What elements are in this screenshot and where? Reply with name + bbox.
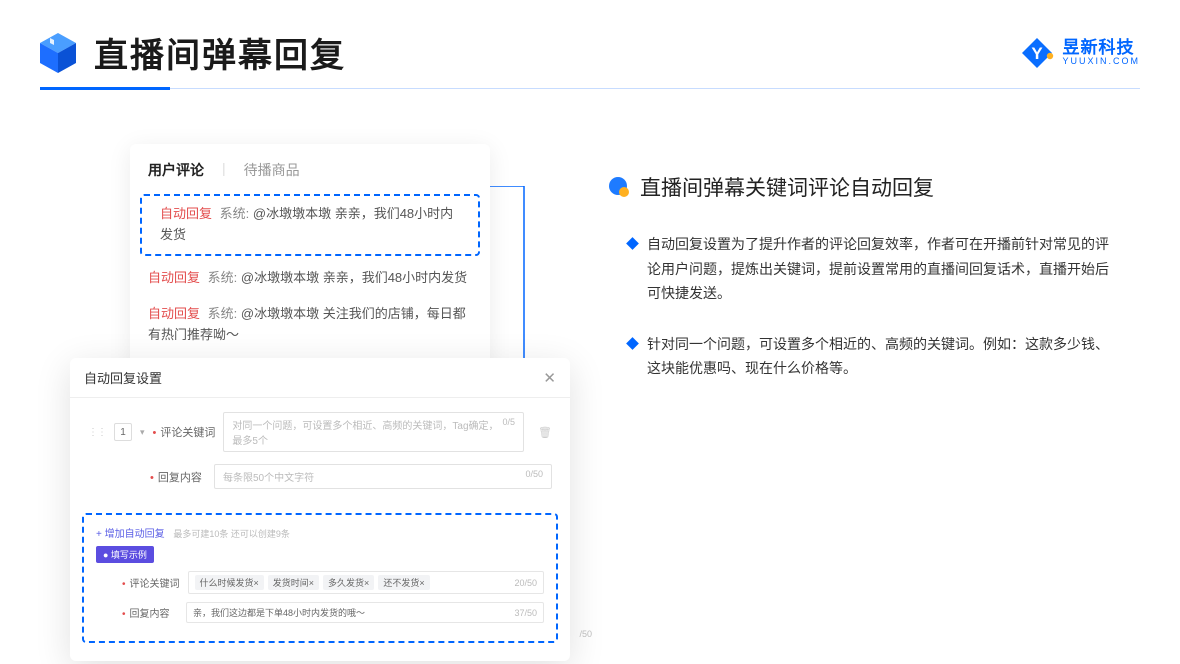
example-content-text: 亲，我们这边都是下单48小时内发货的哦～ bbox=[193, 606, 510, 619]
example-block: + 增加自动回复 最多可建10条 还可以创建9条 ● 填写示例 评论关键词 什么… bbox=[82, 513, 558, 643]
keyword-input[interactable]: 对同一个问题，可设置多个相近、高频的关键词，Tag确定，最多5个 0/5 bbox=[223, 412, 524, 452]
bullet-text: 针对同一个问题，可设置多个相近的、高频的关键词。例如：这款多少钱、这块能优惠吗、… bbox=[647, 332, 1118, 381]
brand: Y 昱新科技 YUUXIN.COM bbox=[1020, 36, 1140, 70]
highlighted-comment: 自动回复 系统: @冰墩墩本墩 亲亲，我们48小时内发货 bbox=[140, 194, 480, 256]
tab-separator: | bbox=[222, 160, 226, 180]
keyword-chip[interactable]: 多久发货× bbox=[323, 575, 374, 590]
diamond-icon bbox=[626, 337, 639, 350]
example-content-input[interactable]: 亲，我们这边都是下单48小时内发货的哦～ 37/50 bbox=[186, 602, 544, 623]
keyword-chip[interactable]: 还不发货× bbox=[378, 575, 429, 590]
tab-pending-goods[interactable]: 待播商品 bbox=[244, 160, 300, 180]
bullet-item: 针对同一个问题，可设置多个相近的、高频的关键词。例如：这款多少钱、这块能优惠吗、… bbox=[628, 332, 1118, 381]
content-counter: 0/50 bbox=[525, 469, 543, 484]
keyword-counter: 0/5 bbox=[503, 417, 516, 447]
comment-row: 自动回复 系统: @冰墩墩本墩 亲亲，我们48小时内发货 bbox=[130, 260, 490, 297]
comment-text: @冰墩墩本墩 亲亲，我们48小时内发货 bbox=[241, 270, 467, 285]
system-label: 系统: bbox=[220, 206, 250, 221]
header-divider bbox=[40, 88, 1140, 91]
example-content-label: 回复内容 bbox=[122, 605, 178, 620]
chip-counter: 20/50 bbox=[514, 578, 537, 588]
modal-title: 自动回复设置 bbox=[84, 368, 162, 387]
brand-name-cn: 昱新科技 bbox=[1062, 39, 1140, 56]
section-heading-text: 直播间弹幕关键词评论自动回复 bbox=[640, 172, 934, 202]
delete-icon[interactable]: 🗑 bbox=[538, 426, 552, 439]
bubble-icon bbox=[608, 176, 630, 198]
content-label: 回复内容 bbox=[150, 469, 206, 485]
example-content-counter: 37/50 bbox=[514, 608, 537, 618]
diamond-icon bbox=[626, 237, 639, 250]
content-input[interactable]: 每条限50个中文字符 0/50 bbox=[214, 464, 552, 489]
overflow-counter: /50 bbox=[579, 629, 592, 639]
page-title: 直播间弹幕回复 bbox=[94, 28, 346, 77]
bullet-item: 自动回复设置为了提升作者的评论回复效率，作者可在开播前针对常见的评论用户问题，提… bbox=[628, 232, 1118, 306]
collapse-icon[interactable]: ▾ bbox=[140, 427, 145, 438]
comments-panel: 用户评论 | 待播商品 自动回复 系统: @冰墩墩本墩 亲亲，我们48小时内发货… bbox=[130, 144, 490, 370]
tab-user-comments[interactable]: 用户评论 bbox=[148, 160, 204, 180]
bullet-text: 自动回复设置为了提升作者的评论回复效率，作者可在开播前针对常见的评论用户问题，提… bbox=[647, 232, 1118, 306]
section-heading: 直播间弹幕关键词评论自动回复 bbox=[608, 172, 1118, 202]
content-placeholder: 每条限50个中文字符 bbox=[223, 469, 314, 484]
system-label: 系统: bbox=[208, 306, 238, 321]
system-label: 系统: bbox=[208, 270, 238, 285]
auto-reply-label: 自动回复 bbox=[148, 306, 200, 321]
auto-reply-settings-modal: 自动回复设置 ✕ ⋮⋮ 1 ▾ 评论关键词 对同一个问题，可设置多个相近、高频的… bbox=[70, 358, 570, 661]
comment-row: 自动回复 系统: @冰墩墩本墩 关注我们的店铺，每日都有热门推荐呦～ bbox=[130, 296, 490, 354]
auto-reply-label: 自动回复 bbox=[160, 206, 212, 221]
example-tag: ● 填写示例 bbox=[96, 546, 154, 563]
keyword-chip[interactable]: 什么时候发货× bbox=[195, 575, 264, 590]
rule-index: 1 bbox=[114, 423, 132, 441]
drag-handle-icon[interactable]: ⋮⋮ bbox=[88, 427, 106, 438]
keyword-label: 评论关键词 bbox=[153, 424, 216, 440]
auto-reply-label: 自动回复 bbox=[148, 270, 200, 285]
brand-name-en: YUUXIN.COM bbox=[1062, 57, 1140, 66]
add-reply-note: 最多可建10条 还可以创建9条 bbox=[173, 529, 290, 539]
example-keyword-input[interactable]: 什么时候发货× 发货时间× 多久发货× 还不发货× 20/50 bbox=[188, 571, 544, 594]
add-reply-link[interactable]: + 增加自动回复 bbox=[96, 529, 165, 540]
svg-text:Y: Y bbox=[1032, 44, 1044, 63]
keyword-placeholder: 对同一个问题，可设置多个相近、高频的关键词，Tag确定，最多5个 bbox=[232, 417, 502, 447]
keyword-chip[interactable]: 发货时间× bbox=[268, 575, 319, 590]
brand-logo-icon: Y bbox=[1020, 36, 1054, 70]
cube-icon bbox=[36, 31, 80, 75]
comment-row: 自动回复 系统: @冰墩墩本墩 亲亲，我们48小时内发货 bbox=[142, 196, 478, 254]
close-icon[interactable]: ✕ bbox=[543, 369, 556, 387]
example-keyword-label: 评论关键词 bbox=[122, 575, 180, 590]
